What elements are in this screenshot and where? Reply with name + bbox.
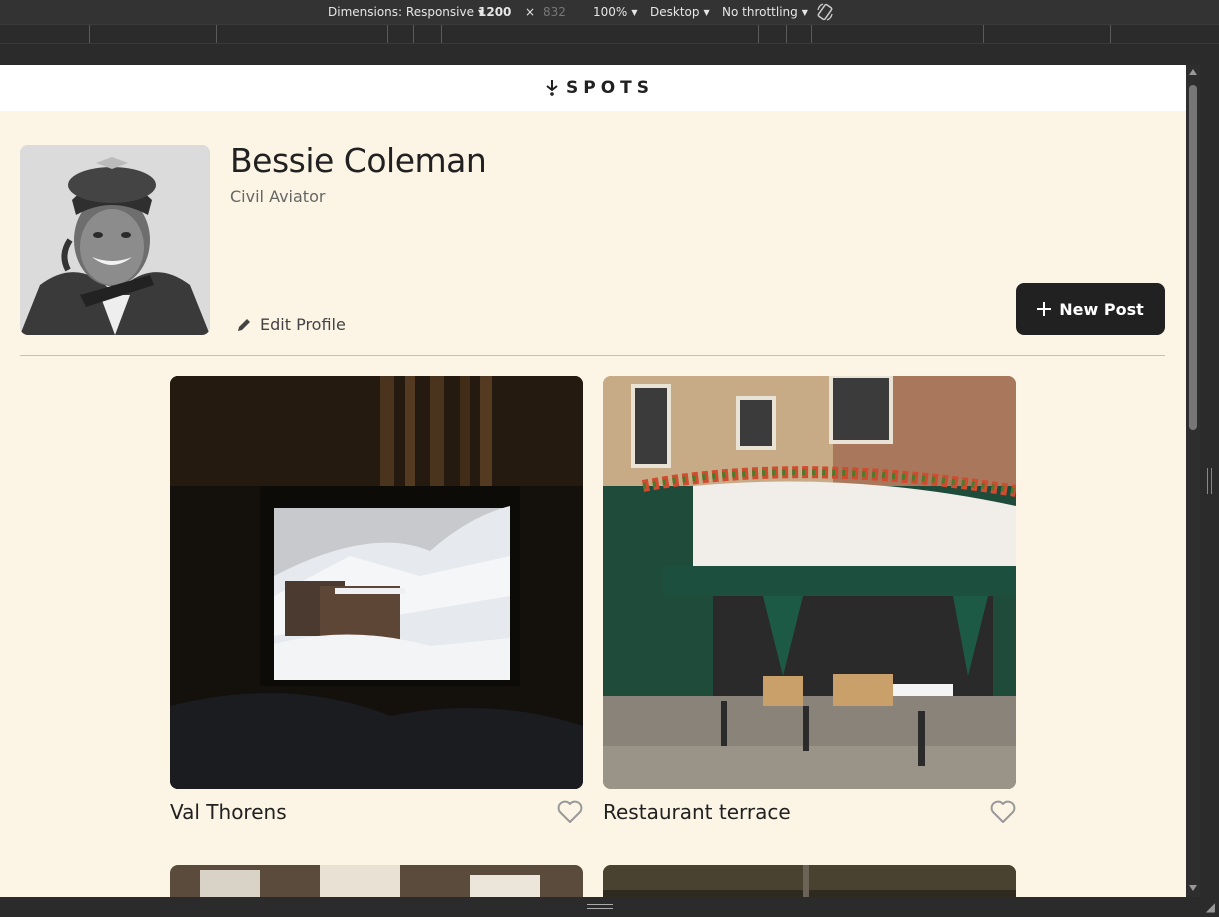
profile-divider — [20, 355, 1165, 356]
post-image[interactable] — [603, 376, 1016, 789]
throttling-label: No throttling — [722, 5, 798, 19]
caret-down-icon: ▼ — [703, 8, 710, 17]
zoom-label: 100% — [593, 5, 628, 19]
caret-down-icon: ▼ — [801, 8, 808, 17]
plus-icon — [1037, 302, 1052, 316]
dimensions-dropdown[interactable]: Dimensions: Responsive ▼ — [328, 5, 484, 19]
profile-title: Civil Aviator — [230, 187, 326, 206]
caret-down-icon: ▼ — [631, 8, 638, 17]
grip-icon — [587, 904, 613, 909]
site-logo[interactable]: SPOTS — [546, 78, 654, 98]
height-input[interactable]: 832 — [543, 5, 566, 19]
resize-handle-bottom[interactable]: ◢ — [0, 897, 1219, 917]
times-symbol: × — [525, 5, 536, 19]
resize-corner-icon[interactable]: ◢ — [1206, 900, 1215, 914]
devtools-gutter — [0, 44, 1219, 65]
new-post-button[interactable]: New Post — [1016, 283, 1165, 335]
scroll-up-icon[interactable] — [1189, 69, 1197, 75]
post-title: Val Thorens — [170, 800, 287, 824]
post-title: Restaurant terrace — [603, 800, 791, 824]
heart-outline-icon[interactable] — [990, 800, 1016, 824]
site-header: SPOTS — [0, 65, 1186, 111]
resize-handle-right[interactable] — [1200, 65, 1219, 897]
new-post-label: New Post — [1059, 299, 1144, 319]
width-input[interactable]: 1200 — [478, 5, 511, 19]
post-image[interactable] — [603, 865, 1016, 897]
scroll-down-icon[interactable] — [1189, 885, 1197, 891]
device-label: Desktop — [650, 5, 700, 19]
throttling-dropdown[interactable]: No throttling ▼ — [722, 5, 808, 19]
post-card-footer: Restaurant terrace — [603, 800, 1016, 824]
profile-name: Bessie Coleman — [230, 141, 487, 180]
logo-text: SPOTS — [566, 78, 654, 98]
dimensions-label: Dimensions: Responsive — [328, 5, 474, 19]
edit-profile-label: Edit Profile — [260, 315, 346, 334]
edit-profile-button[interactable]: Edit Profile — [236, 315, 346, 334]
page-scrollbar[interactable] — [1186, 65, 1200, 897]
grip-icon — [1207, 468, 1212, 494]
logo-mark-icon — [546, 80, 558, 96]
post-card: Val Thorens — [170, 376, 583, 824]
post-card: Restaurant terrace — [603, 376, 1016, 824]
zoom-dropdown[interactable]: 100% ▼ — [593, 5, 637, 19]
rotate-icon[interactable] — [815, 2, 835, 22]
media-query-ruler — [0, 24, 1219, 44]
post-card-footer: Val Thorens — [170, 800, 583, 824]
heart-outline-icon[interactable] — [557, 800, 583, 824]
post-image[interactable] — [170, 376, 583, 789]
device-dropdown[interactable]: Desktop ▼ — [650, 5, 710, 19]
scroll-thumb[interactable] — [1189, 85, 1197, 430]
devtools-device-toolbar: Dimensions: Responsive ▼ 1200 × 832 100% ▼… — [0, 0, 1219, 24]
profile-avatar — [20, 145, 210, 335]
post-image[interactable] — [170, 865, 583, 897]
pencil-icon — [238, 318, 250, 331]
page-viewport: SPOTS Bessie Coleman Civil Aviator Edit … — [0, 65, 1186, 897]
